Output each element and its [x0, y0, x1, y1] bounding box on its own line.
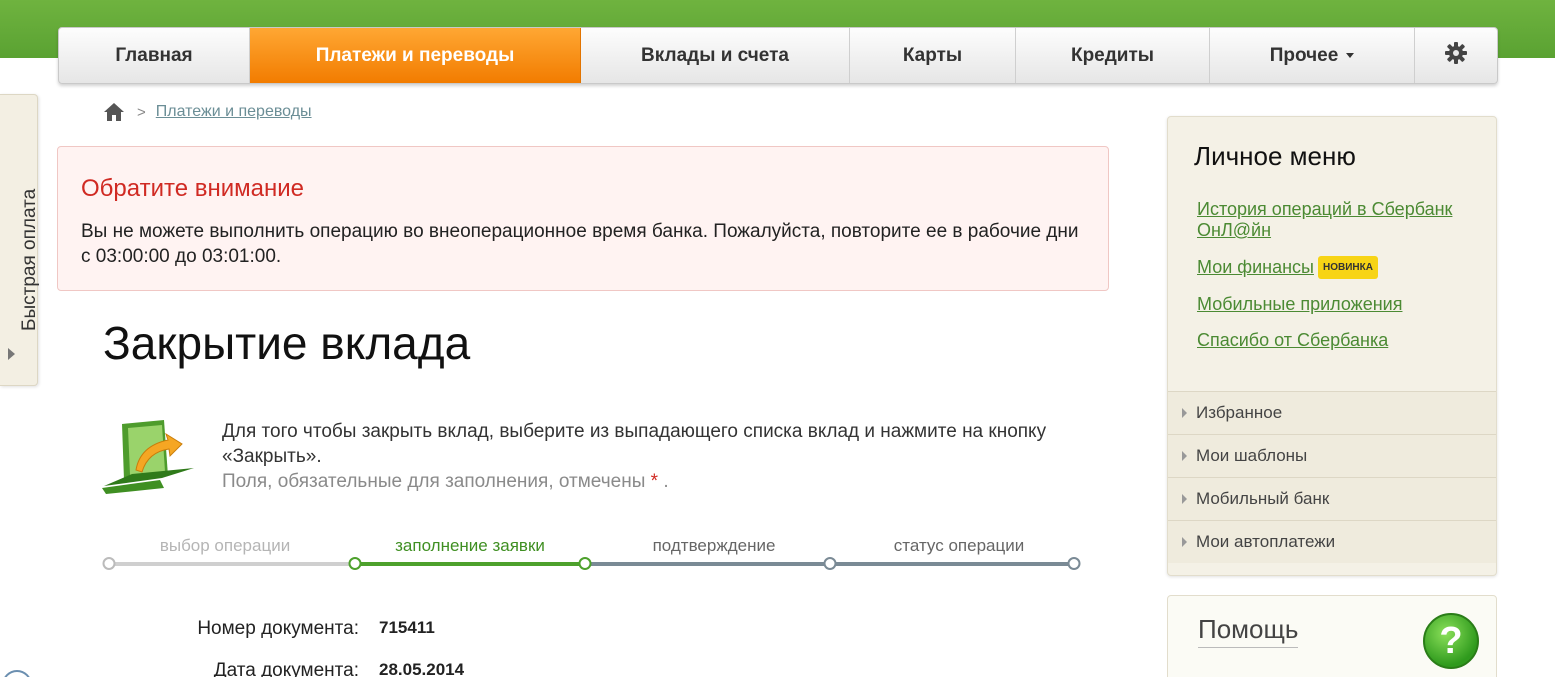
nav-item-label: Кредиты — [1070, 44, 1155, 66]
field-value: 715411 — [379, 618, 435, 637]
nav-item-label: Платежи и переводы — [315, 44, 515, 66]
quick-pay-label: Быстрая оплата — [19, 188, 40, 331]
nav-item-deposits[interactable]: Вклады и счета — [581, 28, 850, 83]
arrow-right-icon — [1182, 451, 1187, 461]
breadcrumb: > Платежи и переводы — [103, 102, 312, 122]
required-hint: Поля, обязательные для заполнения, отмеч… — [222, 469, 1092, 494]
help-box: Помощь ? — [1167, 595, 1497, 677]
section-templates[interactable]: Мои шаблоны — [1168, 434, 1496, 477]
question-icon[interactable]: ? — [1423, 613, 1479, 669]
step-label: заполнение заявки — [395, 536, 545, 555]
chat-icon[interactable] — [2, 670, 32, 677]
caret-down-icon — [1346, 53, 1355, 58]
step-track-current — [355, 562, 585, 566]
field-document-date: Дата документа: 28.05.2014 — [103, 660, 464, 677]
step-track-done — [109, 562, 355, 566]
link-mobile-apps[interactable]: Мобильные приложения — [1197, 294, 1487, 315]
page-title: Закрытие вклада — [103, 317, 471, 369]
settings-button[interactable] — [1415, 28, 1497, 83]
link-spasibo[interactable]: Спасибо от Сбербанка — [1197, 330, 1487, 351]
warning-alert: Обратите внимание Вы не можете выполнить… — [57, 146, 1109, 291]
nav-item-other[interactable]: Прочее — [1210, 28, 1415, 83]
step-dot — [1067, 557, 1081, 570]
section-mobile-bank[interactable]: Мобильный банк — [1168, 477, 1496, 520]
personal-sections: Избранное Мои шаблоны Мобильный банк Мои… — [1168, 391, 1496, 563]
arrow-right-icon — [1182, 537, 1187, 547]
section-autopayments[interactable]: Мои автоплатежи — [1168, 520, 1496, 563]
nav-item-cards[interactable]: Карты — [850, 28, 1016, 83]
help-title[interactable]: Помощь — [1198, 614, 1299, 648]
chevron-right-icon: > — [137, 103, 146, 121]
link-my-finances[interactable]: Мои финансы НОВИНКА — [1197, 256, 1487, 279]
link-label: Мои финансы — [1197, 257, 1314, 277]
breadcrumb-link-payments[interactable]: Платежи и переводы — [156, 103, 312, 121]
field-document-number: Номер документа: 715411 — [103, 618, 435, 640]
instructions-block: Для того чтобы закрыть вклад, выберите и… — [222, 419, 1092, 494]
nav-item-credits[interactable]: Кредиты — [1016, 28, 1210, 83]
section-label: Избранное — [1196, 403, 1283, 422]
nav-item-label: Вклады и счета — [641, 44, 789, 66]
section-label: Мои автоплатежи — [1196, 532, 1336, 551]
section-label: Мобильный банк — [1196, 489, 1330, 508]
link-operations-history[interactable]: История операций в Сбербанк ОнЛ@йн — [1197, 199, 1487, 241]
required-hint-text: Поля, обязательные для заполнения, отмеч… — [222, 471, 646, 492]
main-nav: Главная Платежи и переводы Вклады и счет… — [58, 27, 1498, 84]
arrow-right-icon — [1182, 408, 1187, 418]
nav-item-payments[interactable]: Платежи и переводы — [250, 28, 581, 83]
instructions-text: Для того чтобы закрыть вклад, выберите и… — [222, 421, 1047, 467]
step-label: статус операции — [893, 536, 1025, 555]
nav-item-label: Главная — [115, 44, 193, 66]
personal-menu-title: Личное меню — [1194, 141, 1356, 171]
field-label: Номер документа: — [197, 618, 359, 639]
section-label: Мои шаблоны — [1196, 446, 1308, 465]
step-dot — [578, 557, 592, 570]
required-star: * — [650, 471, 659, 492]
quick-pay-tab[interactable]: Быстрая оплата — [0, 94, 40, 386]
field-value: 28.05.2014 — [379, 660, 465, 677]
gear-icon — [1444, 41, 1468, 71]
folder-arrow-icon — [102, 416, 202, 496]
progress-steps: выбор операции заполнение заявки подтвер… — [102, 532, 1083, 572]
step-dot — [348, 557, 362, 570]
home-icon[interactable] — [103, 102, 125, 122]
arrow-right-icon — [8, 348, 15, 360]
required-hint-end: . — [663, 471, 669, 492]
new-badge: НОВИНКА — [1317, 256, 1378, 279]
alert-title: Обратите внимание — [81, 175, 304, 202]
section-favorites[interactable]: Избранное — [1168, 391, 1496, 434]
personal-menu: Личное меню История операций в Сбербанк … — [1167, 116, 1497, 576]
arrow-right-icon — [1182, 494, 1187, 504]
nav-item-home[interactable]: Главная — [59, 28, 250, 83]
step-dot — [823, 557, 837, 570]
alert-text: Вы не можете выполнить операцию во внеоп… — [81, 221, 1079, 267]
step-label: выбор операции — [159, 536, 291, 555]
field-label: Дата документа: — [213, 660, 359, 677]
personal-links: История операций в Сбербанк ОнЛ@йн Мои ф… — [1197, 199, 1487, 366]
nav-item-label: Карты — [902, 44, 963, 66]
step-label: подтверждение — [652, 536, 776, 555]
nav-item-label: Прочее — [1269, 44, 1339, 66]
step-dot — [102, 557, 116, 570]
